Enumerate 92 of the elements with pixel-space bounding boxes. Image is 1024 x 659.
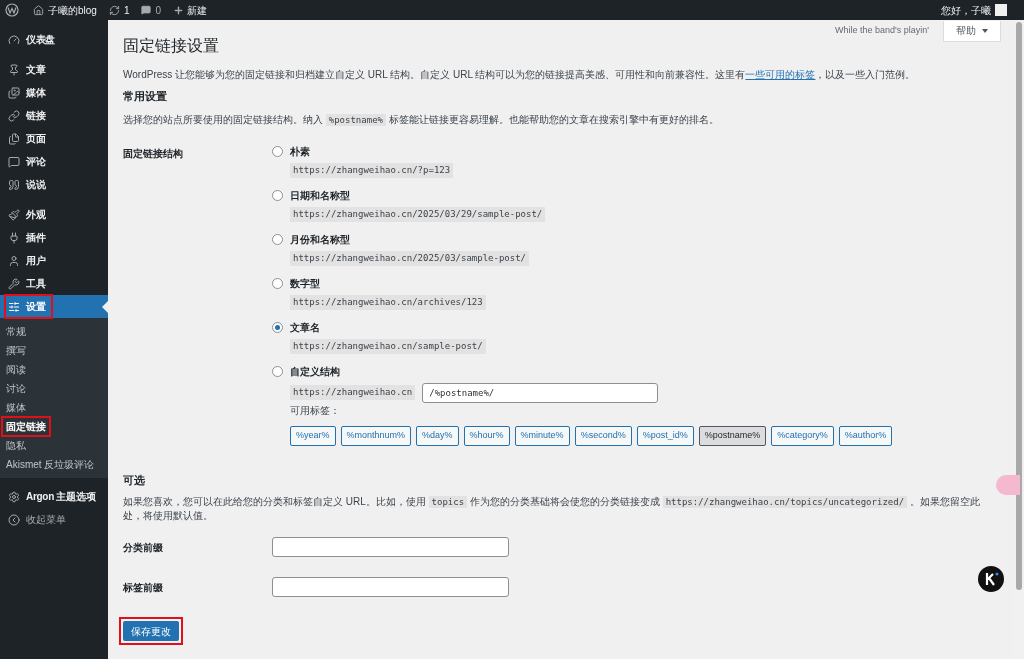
sidebar-item[interactable]: 页面 <box>6 128 52 149</box>
section-heading: 可选 <box>123 472 146 488</box>
submenu-item[interactable]: 固定链接 <box>3 418 49 435</box>
section-heading: 常用设置 <box>123 89 168 104</box>
intro-text: WordPress 让您能够为您的固定链接和归档建立自定义 URL 结构。自定义 URL 结构可以为您的链接提高美感、可用性和向前兼容性。这里有一些可用的标签，以及一些入门范例。 <box>123 68 917 82</box>
tag-button[interactable]: %hour% <box>463 425 510 446</box>
greeting[interactable]: 您好，子曦 <box>941 2 991 18</box>
sidebar-item[interactable]: 评论 <box>6 151 52 172</box>
sidebar-item[interactable]: 链接 <box>6 105 52 126</box>
plug-icon <box>8 231 20 244</box>
caret-icon <box>982 28 988 33</box>
radio-button[interactable] <box>272 278 283 289</box>
option-label[interactable]: 月份和名称型 <box>290 232 350 247</box>
tags-label: 可用标签： <box>290 403 341 418</box>
site-name[interactable]: 子曦的blog <box>48 2 97 18</box>
option-label[interactable]: 数字型 <box>290 276 320 291</box>
collapse-icon <box>8 513 20 526</box>
field-label: 固定链接结构 <box>123 146 184 161</box>
radio-button[interactable] <box>272 146 283 157</box>
wordpress-logo-icon[interactable] <box>5 3 19 17</box>
user-icon <box>8 254 20 267</box>
sidebar-item[interactable]: 工具 <box>6 273 52 294</box>
custom-structure-field[interactable]: /%postname%/ <box>422 382 659 403</box>
tag-button[interactable]: %postname% <box>698 425 767 446</box>
radio-button[interactable] <box>272 234 283 245</box>
gear-icon <box>8 490 20 503</box>
submenu-item[interactable]: 阅读 <box>3 361 29 378</box>
tag-button[interactable]: %year% <box>290 425 336 446</box>
sidebar-item[interactable]: 仪表盘 <box>6 29 62 50</box>
tag-button[interactable]: %author% <box>838 425 893 446</box>
save-button[interactable]: 保存更改 <box>119 617 183 645</box>
updates-icon[interactable] <box>108 4 120 16</box>
sidebar-item[interactable]: 插件 <box>6 227 52 248</box>
quote-icon <box>8 178 20 191</box>
comment-icon[interactable] <box>141 5 152 15</box>
example-url: https://zhangweihao.cn/archives/123 <box>290 294 486 310</box>
comments-count[interactable]: 0 <box>155 2 162 18</box>
pages-icon <box>8 132 20 145</box>
tag-button[interactable]: %day% <box>416 425 459 446</box>
example-url: https://zhangweihao.cn <box>290 384 416 401</box>
link-icon <box>8 109 20 122</box>
help-button[interactable]: 帮助 <box>943 20 1001 42</box>
section-description: 选择您的站点所要使用的固定链接结构。纳入 %postname% 标签能让链接更容易理解。也能帮助您的文章在搜索引擎中有更好的排名。 <box>123 112 720 127</box>
option-label[interactable]: 自定义结构 <box>290 364 340 379</box>
submenu-item[interactable]: 撰写 <box>3 342 29 359</box>
media-icon <box>8 86 20 99</box>
example-url: https://zhangweihao.cn/2025/03/29/sample-post/ <box>290 206 546 222</box>
plus-icon[interactable] <box>173 4 185 16</box>
field-label: 分类前缀 <box>123 540 164 555</box>
section-description: 如果您喜欢，您可以在此给您的分类和标签自定义 URL。比如，使用 topics 作为您的分类基础将会使您的分类链接变成 https://zhangweihao.cn/topics/uncategorized/ 。如果您留空此处，将使用默认值。 <box>123 495 981 523</box>
k-logo-icon[interactable] <box>978 566 1004 592</box>
submenu-item[interactable]: 隐私 <box>3 437 29 454</box>
field-label: 标签前缀 <box>123 580 164 595</box>
collapse-menu[interactable]: 收起菜单 <box>0 508 108 531</box>
page-title: 固定链接设置 <box>123 36 220 56</box>
text-field[interactable] <box>272 537 509 557</box>
radio-button[interactable] <box>272 190 283 201</box>
tags-link[interactable]: 一些可用的标签 <box>745 69 816 80</box>
submenu-item[interactable]: 媒体 <box>3 399 29 416</box>
pin-icon <box>8 63 20 76</box>
option-label[interactable]: 日期和名称型 <box>290 188 350 203</box>
lyric-text: While the band's playin' <box>835 24 929 38</box>
example-url: https://zhangweihao.cn/2025/03/sample-post/ <box>290 250 529 266</box>
tag-button[interactable]: %minute% <box>514 425 570 446</box>
submenu-item[interactable]: Akismet 反垃圾评论 <box>3 456 98 473</box>
settings-icon <box>8 300 20 313</box>
sidebar-item[interactable]: 文章 <box>6 59 52 80</box>
sidebar-item[interactable]: 说说 <box>6 174 52 195</box>
text-field[interactable] <box>272 577 509 597</box>
home-icon[interactable] <box>33 4 44 16</box>
tag-button[interactable]: %second% <box>574 425 632 446</box>
option-label[interactable]: 朴素 <box>290 144 310 159</box>
wrench-icon <box>8 277 20 290</box>
submenu-item[interactable]: 讨论 <box>3 380 29 397</box>
radio-button[interactable] <box>272 366 283 377</box>
radio-button[interactable] <box>272 322 283 333</box>
sidebar-item[interactable]: 外观 <box>6 204 52 225</box>
brush-icon <box>8 208 20 221</box>
tag-button[interactable]: %monthnum% <box>340 425 412 446</box>
sidebar-item[interactable]: 媒体 <box>6 82 52 103</box>
example-url: https://zhangweihao.cn/sample-post/ <box>290 338 486 354</box>
submenu-item[interactable]: 常规 <box>3 323 29 340</box>
comment-icon <box>8 155 20 168</box>
example-url: https://zhangweihao.cn/?p=123 <box>290 162 454 178</box>
option-label[interactable]: 文章名 <box>290 320 320 335</box>
tag-button[interactable]: %category% <box>771 425 834 446</box>
sidebar-item[interactable]: Argon 主题选项 <box>6 486 102 507</box>
gauge-icon <box>8 33 20 46</box>
sidebar-item[interactable]: 用户 <box>6 250 52 271</box>
new-link[interactable]: 新建 <box>187 2 208 18</box>
tag-button[interactable]: %post_id% <box>636 425 694 446</box>
updates-count[interactable]: 1 <box>123 2 130 18</box>
